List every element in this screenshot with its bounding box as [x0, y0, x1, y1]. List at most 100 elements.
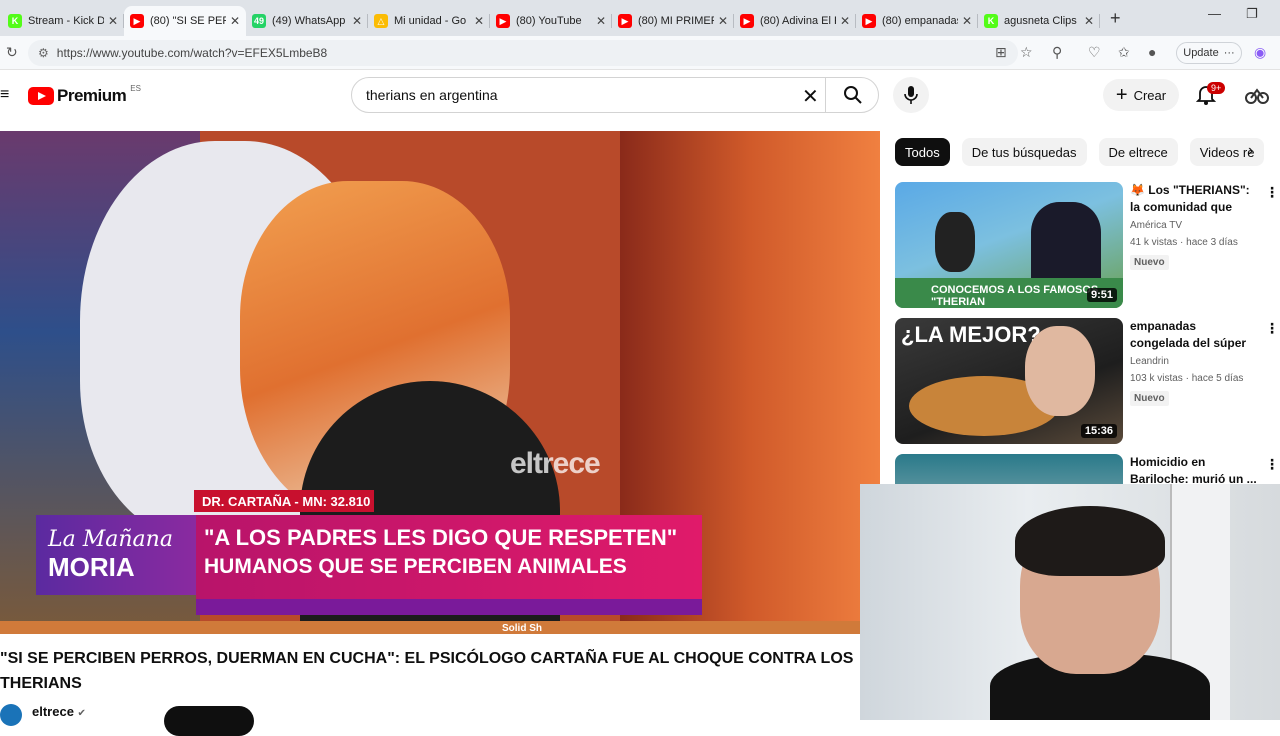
tab-separator: [1099, 14, 1100, 28]
video-footer-tag: Solid Sh: [502, 623, 542, 634]
recommendation-thumbnail[interactable]: CONOCEMOS A LOS FAMOSOS "THERIAN 9:51: [895, 182, 1123, 308]
microphone-icon: [904, 86, 918, 104]
copilot-icon[interactable]: ◉: [1254, 44, 1266, 61]
tab-title: agusneta Clips: [1004, 15, 1077, 27]
close-tab-icon[interactable]: ✕: [474, 14, 484, 28]
extensions-icon[interactable]: ⚲: [1052, 44, 1062, 61]
verified-icon: ✔: [77, 708, 86, 719]
channel-name[interactable]: eltrece ✔: [32, 704, 86, 719]
create-label: Crear: [1133, 87, 1167, 103]
recommendation-title[interactable]: Homicidio en Bariloche: murió un ...: [1130, 454, 1258, 488]
headline-banner: "A LOS PADRES LES DIGO QUE RESPETEN" HUM…: [196, 515, 702, 599]
favorite-star-icon[interactable]: ☆: [1020, 44, 1033, 61]
close-tab-icon[interactable]: ✕: [352, 14, 362, 28]
chevron-right-icon[interactable]: ›: [1248, 142, 1253, 160]
thumbnail-dog: [935, 212, 975, 272]
browser-tab[interactable]: △ Mi unidad - Go ✕: [368, 6, 490, 36]
tab-favicon-icon: ▶: [130, 14, 144, 28]
video-footer-strip: [0, 621, 880, 634]
filter-chips: Todos De tus búsquedas De eltrece Videos re: [895, 138, 1276, 166]
profile-icon[interactable]: ●: [1148, 44, 1156, 60]
more-options-icon[interactable]: ⋮: [1265, 456, 1279, 473]
reload-icon[interactable]: ↻: [6, 44, 18, 61]
more-options-icon[interactable]: ⋮: [1265, 184, 1279, 201]
menu-icon[interactable]: ≡: [0, 86, 9, 104]
tab-title: (49) WhatsApp: [272, 15, 346, 27]
search-icon: [843, 86, 862, 104]
update-button[interactable]: Update ···: [1176, 42, 1242, 64]
thumbnail-face: [1025, 326, 1095, 416]
browser-tab[interactable]: ▶ (80) Adivina El F ✕: [734, 6, 856, 36]
close-tab-icon[interactable]: ✕: [230, 14, 240, 28]
recommendation-thumbnail[interactable]: ¿LA MEJOR? 15:36: [895, 318, 1123, 444]
notification-count-badge: 9+: [1207, 82, 1226, 94]
filter-chip[interactable]: Todos: [895, 138, 950, 166]
browser-tab[interactable]: 49 (49) WhatsApp ✕: [246, 6, 368, 36]
maximize-icon[interactable]: ❐: [1246, 6, 1258, 22]
browser-tab-bar: K Stream - Kick D ✕ ▶ (80) "SI SE PERC ✕ 49 (49…: [0, 0, 1280, 36]
browser-tab[interactable]: Kagusneta Clips ✕: [978, 6, 1100, 36]
banner-stripe: [196, 599, 702, 615]
subscribe-button[interactable]: [164, 706, 254, 736]
more-options-icon[interactable]: ⋮: [1265, 320, 1279, 337]
channel-name-text: eltrece: [32, 704, 74, 719]
new-tab-icon[interactable]: +: [1110, 8, 1121, 29]
new-badge: Nuevo: [1130, 255, 1169, 270]
tab-favicon-icon: ▶: [862, 14, 876, 28]
browser-tab[interactable]: K Stream - Kick D ✕: [2, 6, 124, 36]
recommendation-meta: 103 k vistas · hace 5 días: [1130, 373, 1244, 384]
tab-title: (80) YouTube: [516, 15, 582, 27]
close-tab-icon[interactable]: ✕: [840, 14, 850, 28]
show-logo-line1: La Mañana: [48, 527, 173, 552]
favorites-icon[interactable]: ✩: [1118, 44, 1130, 61]
recommendation-item[interactable]: CONOCEMOS A LOS FAMOSOS "THERIAN 9:51 🦊 …: [895, 182, 1280, 310]
recommendation-title[interactable]: 🦊 Los "THERIANS": la comunidad que se...: [1130, 182, 1258, 216]
site-info-icon[interactable]: ⚙: [38, 46, 49, 60]
minimize-icon[interactable]: —: [1208, 6, 1221, 21]
recommendation-channel[interactable]: Leandrin: [1130, 356, 1169, 367]
recommendation-meta: 41 k vistas · hace 3 días: [1130, 237, 1238, 248]
account-avatar-icon[interactable]: [1244, 84, 1270, 106]
youtube-logo[interactable]: Premium ES: [28, 83, 141, 106]
browser-tab[interactable]: ▶ (80) MI PRIMER ✕: [612, 6, 734, 36]
tab-favicon-icon: △: [374, 14, 388, 28]
webcam-person-hair: [1015, 506, 1165, 576]
channel-row: eltrece ✔: [0, 702, 860, 736]
close-tab-icon[interactable]: ✕: [596, 14, 606, 28]
recommendation-title[interactable]: empanadas congelada del súper: [1130, 318, 1258, 352]
address-bar-row: ↻ ⚙ https://www.youtube.com/watch?v=EFEX…: [0, 36, 1280, 70]
close-tab-icon[interactable]: ✕: [962, 14, 972, 28]
recommendation-channel[interactable]: América TV: [1130, 220, 1182, 231]
create-button[interactable]: + Crear: [1103, 79, 1179, 111]
tab-favicon-icon: 49: [252, 14, 266, 28]
search-button[interactable]: [825, 78, 879, 112]
split-screen-icon[interactable]: ⊞: [995, 44, 1007, 61]
video-duration: 9:51: [1086, 288, 1117, 302]
voice-search-button[interactable]: [893, 77, 929, 113]
tab-favicon-icon: ▶: [740, 14, 754, 28]
url-field[interactable]: ⚙ https://www.youtube.com/watch?v=EFEX5L…: [28, 40, 1018, 66]
recommendation-item[interactable]: ¿LA MEJOR? 15:36 empanadas congelada del…: [895, 318, 1280, 446]
close-tab-icon[interactable]: ✕: [718, 14, 728, 28]
tab-list: K Stream - Kick D ✕ ▶ (80) "SI SE PERC ✕ 49 (49…: [2, 0, 1100, 36]
region-code: ES: [130, 83, 141, 93]
plus-icon: +: [1115, 83, 1128, 106]
browser-tab[interactable]: ▶ (80) empanadas ✕: [856, 6, 978, 36]
close-tab-icon[interactable]: ✕: [1084, 14, 1094, 28]
video-player[interactable]: eltrece DR. CARTAÑA - MN: 32.810 La Maña…: [0, 131, 880, 634]
filter-chip[interactable]: De eltrece: [1098, 138, 1178, 166]
channel-avatar[interactable]: [0, 704, 22, 726]
url-text: https://www.youtube.com/watch?v=EFEX5Lmb…: [56, 46, 328, 60]
filter-chip[interactable]: De tus búsquedas: [961, 138, 1087, 166]
close-tab-icon[interactable]: ✕: [108, 14, 118, 28]
search-input[interactable]: therians en argentina: [352, 87, 878, 103]
tab-title: (80) empanadas: [882, 15, 958, 27]
browser-tab[interactable]: ▶ (80) "SI SE PERC ✕: [124, 6, 246, 36]
show-logo: La Mañana MORIA: [36, 515, 196, 595]
search-box[interactable]: therians en argentina ✕: [351, 77, 879, 113]
thumbnail-caption: ¿LA MEJOR?: [901, 322, 1041, 347]
browser-tab[interactable]: ▶ (80) YouTube ✕: [490, 6, 612, 36]
browser-essentials-icon[interactable]: ♡: [1088, 44, 1101, 61]
more-icon: ···: [1223, 47, 1235, 59]
clear-search-icon[interactable]: ✕: [802, 84, 819, 109]
